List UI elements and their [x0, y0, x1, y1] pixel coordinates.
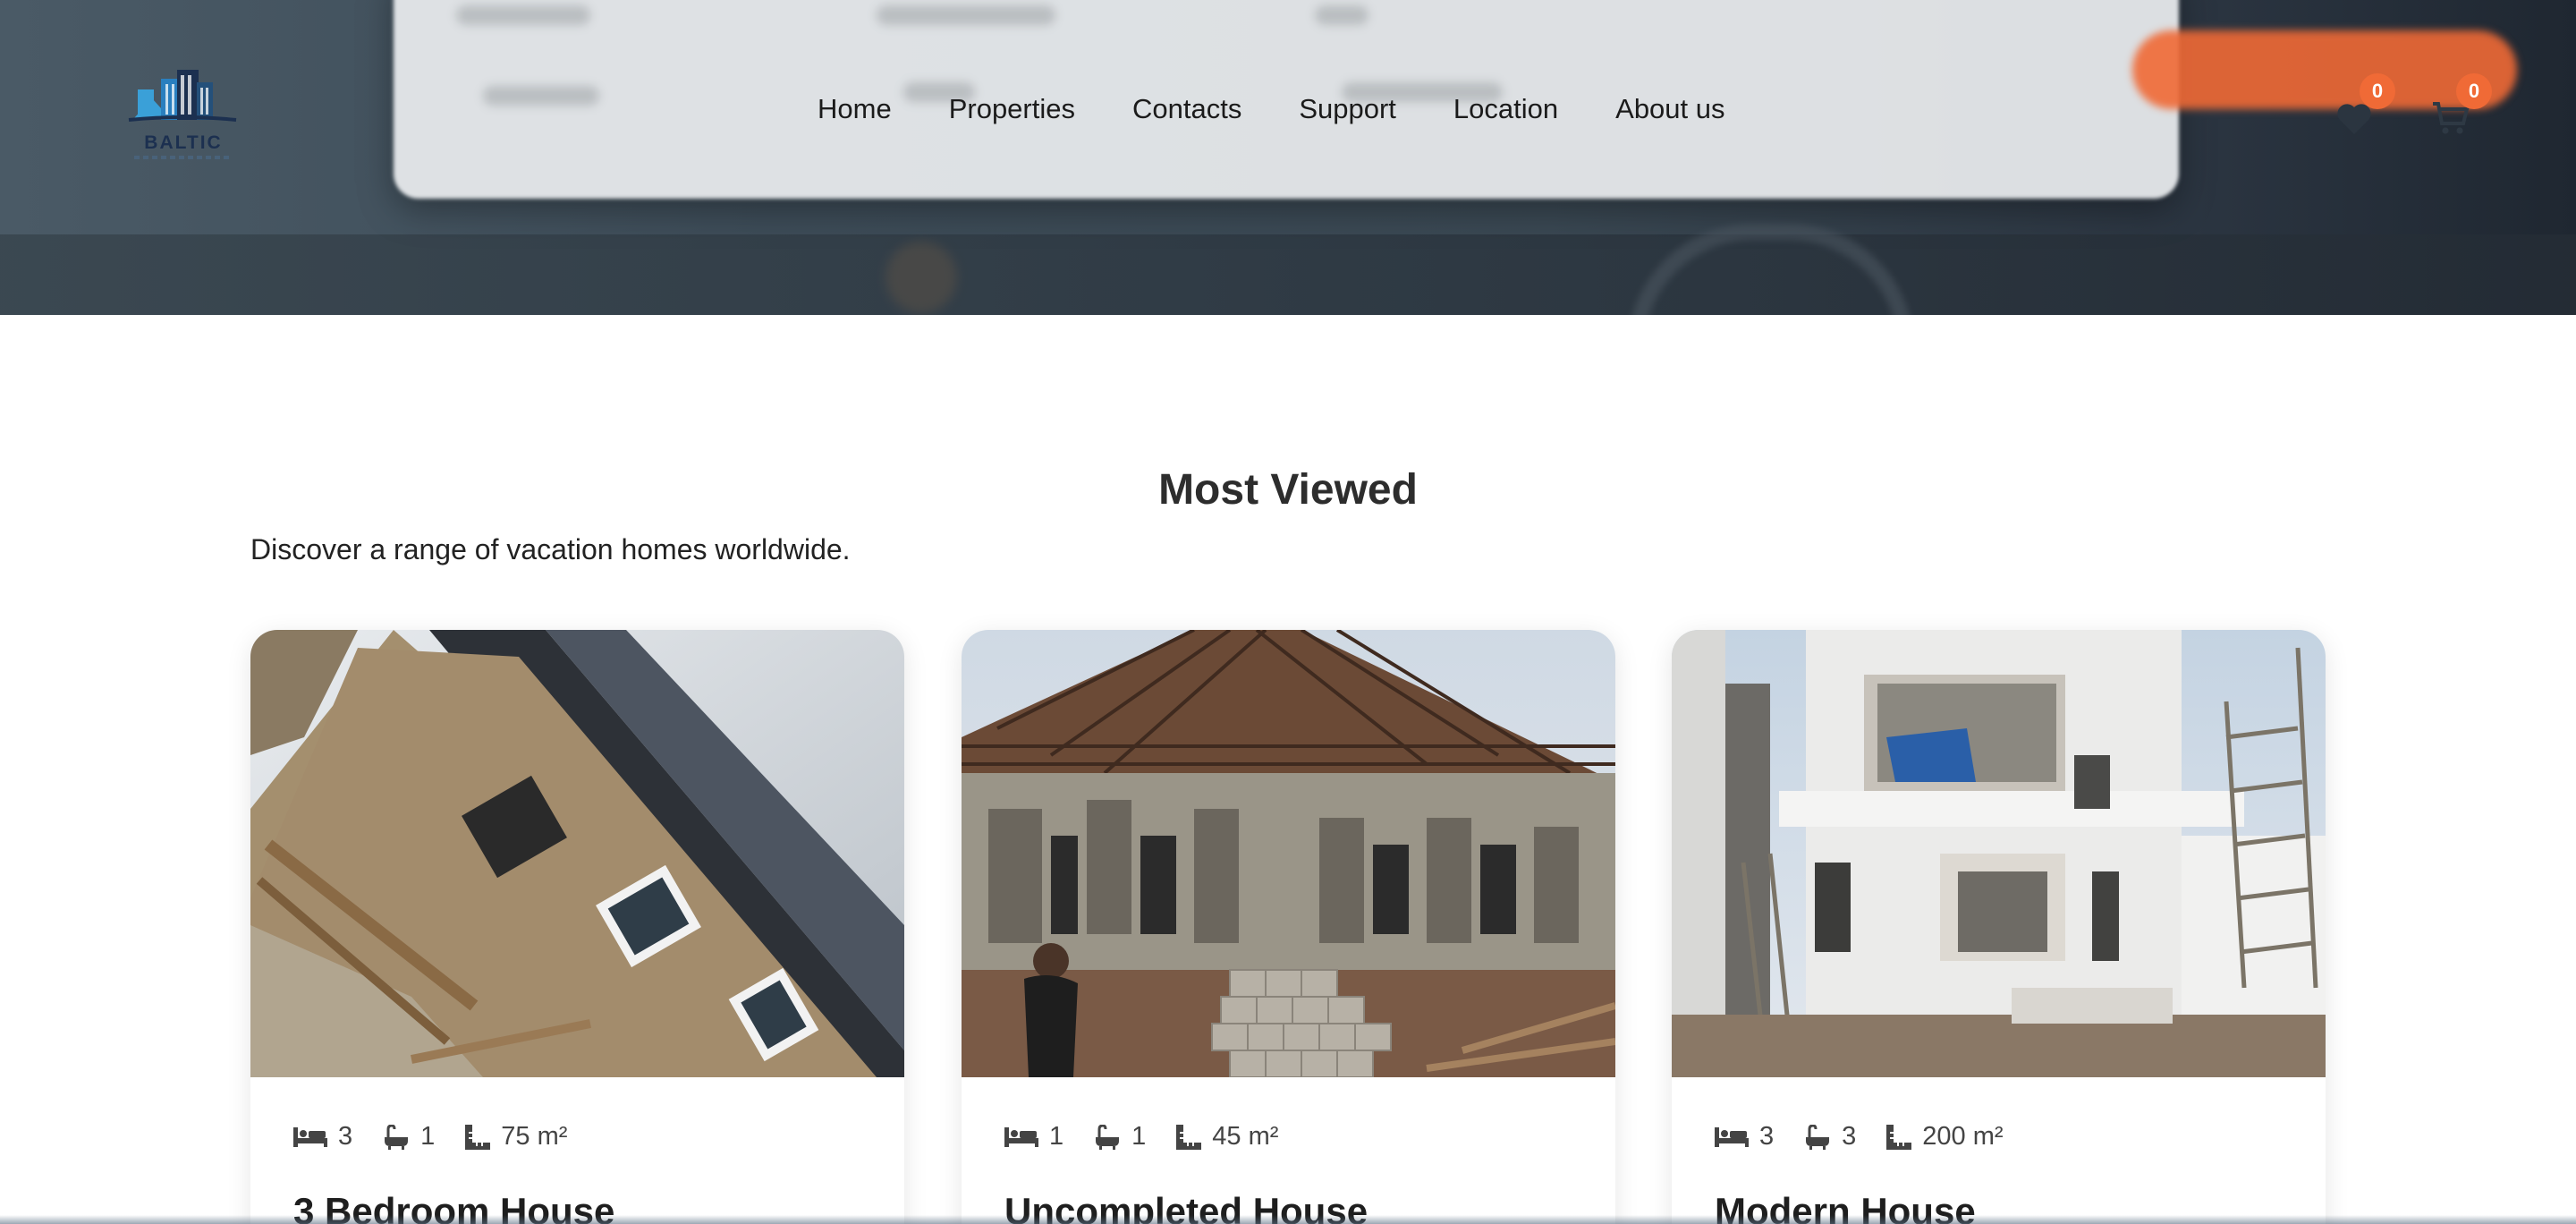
bath-icon [385, 1124, 409, 1150]
cart-button[interactable]: 0 [2429, 73, 2492, 140]
property-card[interactable]: 3 3 200 m² Modern House [1672, 630, 2326, 1224]
nav-about-us[interactable]: About us [1615, 93, 1724, 125]
property-photo [1672, 630, 2326, 1077]
bed-icon [293, 1126, 327, 1147]
bath-icon [1806, 1124, 1830, 1150]
main-navigation: Home Properties Contacts Support Locatio… [818, 93, 1725, 125]
bed-icon [1004, 1126, 1038, 1147]
baths-feature: 1 [1094, 1122, 1146, 1152]
brand-name: BALTIC [144, 132, 223, 153]
page-bottom-edge [0, 1215, 2576, 1224]
baths-feature: 3 [1804, 1122, 1856, 1152]
ruler-area-icon [1176, 1124, 1202, 1150]
beds-count: 3 [338, 1122, 353, 1151]
card-features: 1 1 45 m² [1004, 1122, 1309, 1152]
section-subtitle: Discover a range of vacation homes world… [250, 533, 851, 565]
wishlist-button[interactable]: 0 [2333, 73, 2395, 140]
area-value: 45 m² [1212, 1122, 1279, 1151]
beds-feature: 1 [1004, 1122, 1063, 1152]
beds-feature: 3 [293, 1122, 352, 1152]
property-photo [962, 630, 1615, 1077]
nav-properties[interactable]: Properties [949, 93, 1075, 125]
bed-icon [1715, 1126, 1749, 1147]
nav-contacts[interactable]: Contacts [1132, 93, 1241, 125]
beds-count: 1 [1049, 1122, 1064, 1151]
logo-buildings-icon [128, 70, 237, 122]
nav-home[interactable]: Home [818, 93, 892, 125]
area-feature: 200 m² [1886, 1122, 2004, 1152]
property-card[interactable]: 3 1 75 m² 3 Bedroom House [250, 630, 904, 1224]
hero-banner [0, 0, 2576, 315]
brand-logo[interactable]: BALTIC [125, 66, 242, 163]
card-features: 3 1 75 m² [293, 1122, 597, 1152]
area-feature: 75 m² [465, 1122, 567, 1152]
baths-count: 1 [420, 1122, 436, 1151]
section-title: Most Viewed [1158, 466, 1418, 514]
baths-feature: 1 [383, 1122, 435, 1152]
area-feature: 45 m² [1176, 1122, 1278, 1152]
property-card[interactable]: 1 1 45 m² Uncompleted House [962, 630, 1615, 1224]
beds-count: 3 [1759, 1122, 1775, 1151]
wishlist-count-badge: 0 [2360, 73, 2395, 109]
beds-feature: 3 [1715, 1122, 1774, 1152]
area-value: 75 m² [501, 1122, 568, 1151]
bath-icon [1096, 1124, 1120, 1150]
nav-support[interactable]: Support [1299, 93, 1396, 125]
hero-decor-lamp [886, 242, 957, 313]
hero-background [0, 234, 2576, 315]
ruler-area-icon [1886, 1124, 1912, 1150]
property-photo [250, 630, 904, 1077]
card-features: 3 3 200 m² [1715, 1122, 2034, 1152]
cart-count-badge: 0 [2456, 73, 2492, 109]
area-value: 200 m² [1922, 1122, 2004, 1151]
baths-count: 1 [1131, 1122, 1147, 1151]
baths-count: 3 [1842, 1122, 1857, 1151]
ruler-area-icon [465, 1124, 491, 1150]
nav-location[interactable]: Location [1453, 93, 1558, 125]
brand-tagline-decor [134, 156, 233, 159]
